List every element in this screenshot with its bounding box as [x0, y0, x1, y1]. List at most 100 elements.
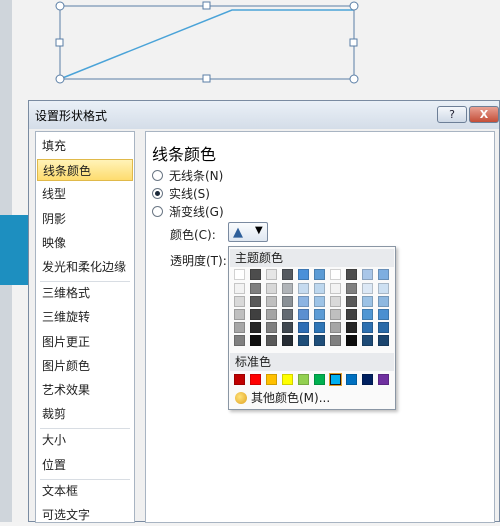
standard-color-swatch[interactable] [314, 374, 325, 385]
category-item[interactable]: 图片更正 [37, 331, 133, 353]
theme-color-swatch[interactable] [314, 283, 325, 294]
theme-color-swatch[interactable] [282, 296, 293, 307]
category-item[interactable]: 大小 [37, 429, 133, 451]
theme-color-swatch[interactable] [378, 269, 389, 280]
category-item[interactable]: 三维旋转 [37, 306, 133, 328]
standard-color-swatch[interactable] [298, 374, 309, 385]
category-item[interactable]: 线条颜色 [37, 159, 133, 182]
theme-color-swatch[interactable] [234, 322, 245, 333]
category-item[interactable]: 文本框 [37, 480, 133, 502]
color-dropdown-button[interactable]: ▲ ▼ [228, 222, 268, 242]
theme-color-swatch[interactable] [314, 269, 325, 280]
standard-color-swatch[interactable] [329, 373, 342, 386]
theme-color-swatch[interactable] [298, 335, 309, 346]
theme-color-swatch[interactable] [282, 269, 293, 280]
theme-color-swatch[interactable] [266, 322, 277, 333]
theme-color-swatch[interactable] [266, 296, 277, 307]
theme-color-swatch[interactable] [234, 335, 245, 346]
side-handle[interactable] [202, 74, 211, 83]
radio-circle[interactable] [152, 206, 163, 217]
standard-color-swatch[interactable] [250, 374, 261, 385]
theme-color-swatch[interactable] [234, 309, 245, 320]
category-item[interactable]: 填充 [37, 135, 133, 157]
standard-color-swatch[interactable] [362, 374, 373, 385]
theme-color-swatch[interactable] [250, 322, 261, 333]
category-item[interactable]: 位置 [37, 454, 133, 476]
theme-color-swatch[interactable] [250, 296, 261, 307]
theme-color-swatch[interactable] [234, 269, 245, 280]
theme-color-swatch[interactable] [266, 283, 277, 294]
theme-color-swatch[interactable] [378, 322, 389, 333]
dialog-titlebar[interactable]: 设置形状格式 ? X [29, 101, 499, 129]
theme-color-swatch[interactable] [234, 283, 245, 294]
corner-handle[interactable] [349, 1, 359, 11]
category-item[interactable]: 图片颜色 [37, 355, 133, 377]
theme-color-swatch[interactable] [250, 283, 261, 294]
theme-color-swatch[interactable] [378, 335, 389, 346]
theme-color-swatch[interactable] [330, 309, 341, 320]
theme-color-swatch[interactable] [298, 309, 309, 320]
theme-color-swatch[interactable] [378, 296, 389, 307]
standard-color-swatch[interactable] [378, 374, 389, 385]
connector-line[interactable] [59, 9, 354, 80]
theme-color-swatch[interactable] [314, 309, 325, 320]
corner-handle[interactable] [349, 74, 359, 84]
theme-color-swatch[interactable] [362, 322, 373, 333]
selected-line-shape[interactable] [0, 0, 500, 110]
theme-color-swatch[interactable] [250, 309, 261, 320]
theme-color-swatch[interactable] [250, 335, 261, 346]
category-item[interactable]: 艺术效果 [37, 379, 133, 401]
theme-color-swatch[interactable] [330, 269, 341, 280]
help-button[interactable]: ? [437, 106, 467, 123]
category-item[interactable]: 线型 [37, 183, 133, 205]
theme-color-swatch[interactable] [330, 296, 341, 307]
theme-color-swatch[interactable] [378, 309, 389, 320]
theme-color-swatch[interactable] [330, 335, 341, 346]
category-item[interactable]: 裁剪 [37, 403, 133, 425]
standard-color-swatch[interactable] [282, 374, 293, 385]
side-handle[interactable] [349, 38, 358, 47]
theme-color-swatch[interactable] [298, 322, 309, 333]
more-colors-item[interactable]: 其他颜色(M)... [235, 390, 330, 406]
category-item[interactable]: 发光和柔化边缘 [37, 256, 133, 278]
theme-color-swatch[interactable] [298, 283, 309, 294]
theme-color-swatch[interactable] [282, 335, 293, 346]
theme-color-swatch[interactable] [362, 269, 373, 280]
theme-color-swatch[interactable] [346, 269, 357, 280]
theme-color-swatch[interactable] [282, 283, 293, 294]
theme-color-swatch[interactable] [314, 322, 325, 333]
side-handle[interactable] [202, 1, 211, 10]
corner-handle[interactable] [55, 74, 65, 84]
theme-color-swatch[interactable] [250, 269, 261, 280]
category-item[interactable]: 可选文字 [37, 504, 133, 526]
theme-color-swatch[interactable] [362, 309, 373, 320]
theme-color-swatch[interactable] [346, 335, 357, 346]
side-handle[interactable] [55, 38, 64, 47]
close-button[interactable]: X [469, 106, 499, 123]
standard-color-swatch[interactable] [234, 374, 245, 385]
category-item[interactable]: 映像 [37, 232, 133, 254]
corner-handle[interactable] [55, 1, 65, 11]
radio-circle[interactable] [152, 170, 163, 181]
theme-color-swatch[interactable] [298, 296, 309, 307]
theme-color-swatch[interactable] [266, 269, 277, 280]
theme-color-swatch[interactable] [266, 309, 277, 320]
theme-color-swatch[interactable] [266, 335, 277, 346]
theme-color-swatch[interactable] [330, 322, 341, 333]
standard-color-swatch[interactable] [346, 374, 357, 385]
theme-color-swatch[interactable] [346, 296, 357, 307]
theme-color-swatch[interactable] [234, 296, 245, 307]
category-item[interactable]: 阴影 [37, 208, 133, 230]
theme-color-swatch[interactable] [314, 296, 325, 307]
theme-color-swatch[interactable] [298, 269, 309, 280]
theme-color-swatch[interactable] [346, 322, 357, 333]
category-item[interactable]: 三维格式 [37, 282, 133, 304]
theme-color-swatch[interactable] [362, 283, 373, 294]
theme-color-swatch[interactable] [282, 309, 293, 320]
standard-color-swatch[interactable] [266, 374, 277, 385]
theme-color-swatch[interactable] [346, 309, 357, 320]
theme-color-swatch[interactable] [346, 283, 357, 294]
theme-color-swatch[interactable] [282, 322, 293, 333]
theme-color-swatch[interactable] [330, 283, 341, 294]
theme-color-swatch[interactable] [314, 335, 325, 346]
